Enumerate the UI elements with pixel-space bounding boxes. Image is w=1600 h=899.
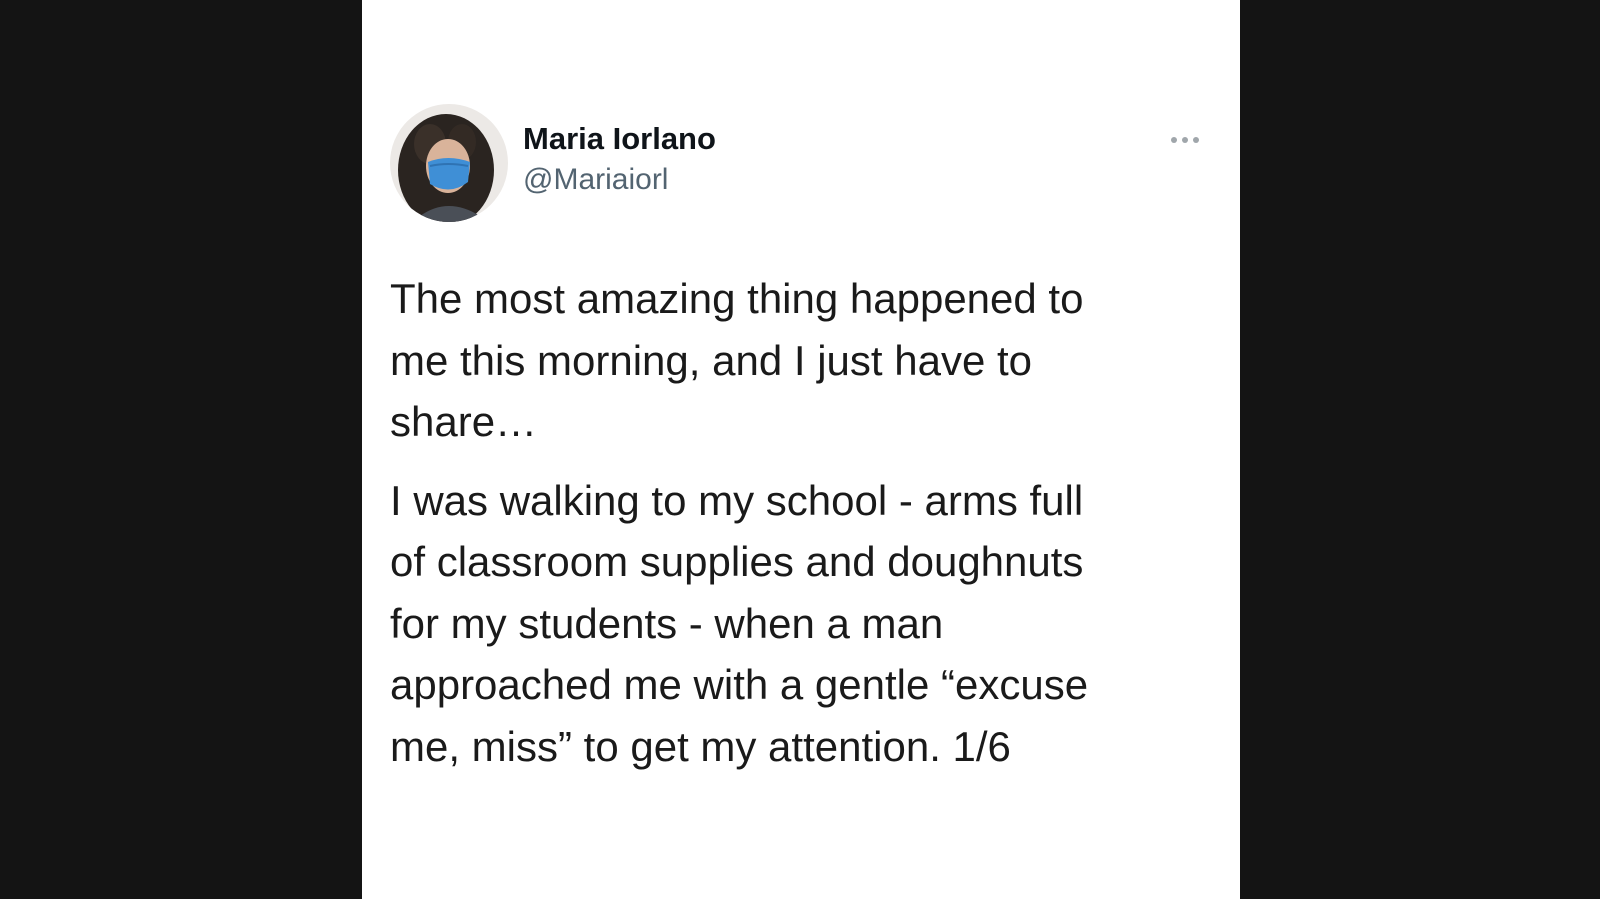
tweet-paragraph: I was walking to my school - arms full o… — [390, 476, 1089, 770]
more-options-button[interactable] — [1168, 128, 1204, 152]
ellipsis-icon — [1171, 137, 1199, 143]
tweet-card: Maria Iorlano @Mariaiorl The most amazin… — [362, 0, 1240, 899]
tweet-paragraph: The most amazing thing happened to me th… — [390, 275, 1084, 445]
profile-photo-icon — [390, 104, 508, 222]
author-handle[interactable]: @Mariaiorl — [523, 163, 668, 197]
tweet-text: The most amazing thing happened to me th… — [390, 268, 1210, 777]
screenshot-frame: Maria Iorlano @Mariaiorl The most amazin… — [0, 0, 1600, 899]
avatar[interactable] — [390, 104, 508, 222]
author-display-name[interactable]: Maria Iorlano — [523, 121, 716, 157]
